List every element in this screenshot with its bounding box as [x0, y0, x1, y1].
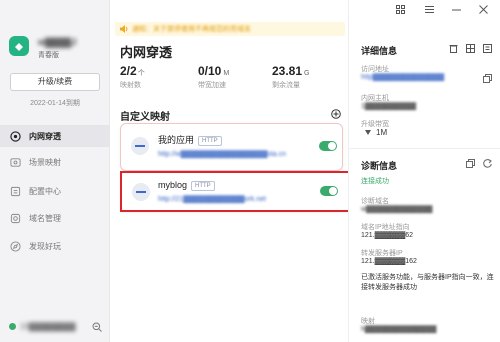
- mapping-toggle[interactable]: [320, 186, 338, 196]
- logo-icon: [15, 43, 23, 51]
- upgrade-button[interactable]: 升级/续费: [10, 73, 100, 91]
- stat-label: 剩余流量: [272, 82, 300, 89]
- penetration-icon: [10, 130, 21, 142]
- service-icon: [132, 183, 150, 201]
- visit-label: 访问地址: [361, 66, 389, 73]
- close-icon[interactable]: [479, 5, 488, 14]
- sidebar-item-scene[interactable]: 场景映射: [0, 151, 110, 173]
- map-label: 映射: [361, 318, 375, 325]
- detail-title: 详细信息: [361, 46, 398, 56]
- minimize-icon[interactable]: [452, 5, 461, 14]
- sidebar-item-label: 配置中心: [29, 186, 61, 196]
- expiry-date: 2022-01-14到期: [30, 100, 80, 107]
- grid-view-icon[interactable]: [466, 44, 475, 53]
- bandwidth-value: 1M: [376, 128, 388, 137]
- host-value: 1▓▓▓▓▓▓▓▓▓▓: [361, 103, 416, 110]
- stat-bandwidth: 0/10 M 带宽加速: [198, 64, 229, 90]
- bandwidth-select[interactable]: 1M: [365, 128, 387, 137]
- sidebar-item-label: 发现好玩: [29, 241, 61, 251]
- diagnosis-title: 诊断信息: [361, 161, 398, 171]
- stat-value: 2/2: [120, 64, 137, 78]
- mapping-card[interactable]: myblog HTTP http://21▓▓▓▓▓▓▓▓▓▓▓▓ork.net: [120, 171, 351, 212]
- sidebar-item-discover[interactable]: 发现好玩: [0, 235, 110, 257]
- map-value: h▓▓▓▓▓▓▓▓▓▓▓▓▓▓: [361, 326, 437, 333]
- divider: [349, 148, 500, 149]
- stat-unit: 个: [137, 70, 145, 77]
- service-icon: [131, 137, 149, 155]
- stat-label: 映射数: [120, 82, 141, 89]
- edition-label: 青春版: [38, 52, 59, 59]
- edit-icon[interactable]: [483, 44, 492, 53]
- copy-icon[interactable]: [483, 74, 492, 83]
- scene-icon: [10, 157, 21, 167]
- ip-label: 域名IP地址指向: [361, 224, 410, 231]
- config-icon: [10, 186, 21, 196]
- grid-icon[interactable]: [396, 5, 405, 14]
- menu-icon[interactable]: [425, 5, 434, 14]
- stat-value: 0/10: [198, 64, 222, 78]
- forward-label: 转发服务器IP: [361, 250, 403, 257]
- app-logo: [9, 36, 29, 56]
- stat-mappings: 2/2个 映射数: [120, 64, 145, 90]
- notice-text: 通知：关于禁停使用不再规范的亮域名: [132, 26, 251, 33]
- ip-value: 121.▓▓▓▓▓▓62: [361, 232, 414, 239]
- stat-traffic: 23.81 G 剩余流量: [272, 64, 309, 90]
- copy-icon[interactable]: [466, 159, 475, 168]
- sidebar-item-penetration[interactable]: 内网穿透: [0, 125, 110, 147]
- mapping-name: myblog: [158, 180, 188, 190]
- domain-icon: [10, 213, 21, 223]
- mapping-header: myblog HTTP: [158, 180, 215, 191]
- notice-bar[interactable]: 通知：关于禁停使用不再规范的亮域名: [115, 22, 345, 36]
- protocol-tag: HTTP: [198, 136, 222, 146]
- mapping-card[interactable]: 我的应用 HTTP http://w▓▓▓▓▓▓▓▓▓▓▓▓▓▓▓▓▓sta.cn: [120, 123, 343, 171]
- stat-unit: G: [304, 70, 310, 77]
- stat-value: 23.81: [272, 64, 303, 78]
- forward-value: 121.▓▓▓▓▓▓162: [361, 258, 417, 265]
- protocol-tag: HTTP: [191, 181, 215, 191]
- mapping-header: 我的应用 HTTP: [158, 133, 222, 146]
- page-title: 内网穿透: [120, 45, 173, 60]
- sidebar-item-label: 内网穿透: [29, 131, 61, 141]
- diagnosis-message: 已激活服务功能，与服务器IP指向一致，连接转发服务器成功: [361, 274, 494, 291]
- mapping-url[interactable]: http://21▓▓▓▓▓▓▓▓▓▓▓▓ork.net: [158, 196, 266, 203]
- diagnosis-status: 连接成功: [361, 178, 389, 185]
- sidebar-item-domain[interactable]: 域名管理: [0, 207, 110, 229]
- user-name: w▓▓▓▓J: [38, 37, 77, 47]
- mapping-url[interactable]: http://w▓▓▓▓▓▓▓▓▓▓▓▓▓▓▓▓▓sta.cn: [158, 151, 286, 158]
- detail-panel: 详细信息 访问地址 http▓▓▓▓▓▓▓▓▓▓▓▓▓▓ 内网主机 1▓▓▓▓▓…: [348, 0, 500, 342]
- mapping-name: 我的应用: [158, 135, 195, 145]
- status-ip: 10▓▓▓▓▓▓▓▓: [20, 322, 76, 331]
- section-title: 自定义映射: [120, 112, 170, 123]
- sidebar-item-label: 域名管理: [29, 213, 61, 223]
- chevron-down-icon: [365, 130, 371, 135]
- main-panel: 通知：关于禁停使用不再规范的亮域名 内网穿透 2/2个 映射数 0/10 M 带宽…: [110, 0, 351, 342]
- visit-value[interactable]: http▓▓▓▓▓▓▓▓▓▓▓▓▓▓: [361, 74, 444, 81]
- online-status-dot: [9, 323, 16, 330]
- mapping-toggle[interactable]: [319, 141, 337, 151]
- diag-domain-value: w▓▓▓▓▓▓▓▓▓▓▓▓▓: [361, 206, 433, 213]
- diag-domain-label: 诊断域名: [361, 198, 389, 205]
- sidebar-item-config[interactable]: 配置中心: [0, 180, 110, 202]
- sidebar-item-label: 场景映射: [29, 157, 61, 167]
- refresh-icon[interactable]: [483, 159, 492, 168]
- zoom-icon[interactable]: [92, 322, 102, 332]
- delete-icon[interactable]: [449, 44, 458, 53]
- stat-label: 带宽加速: [198, 82, 226, 89]
- discover-icon: [10, 240, 21, 252]
- speaker-icon: [120, 25, 128, 33]
- stat-unit: M: [223, 70, 230, 77]
- sidebar: w▓▓▓▓J 青春版 升级/续费 2022-01-14到期 内网穿透 场景映射 …: [0, 0, 110, 342]
- add-mapping-icon[interactable]: [331, 109, 341, 119]
- host-label: 内网主机: [361, 95, 389, 102]
